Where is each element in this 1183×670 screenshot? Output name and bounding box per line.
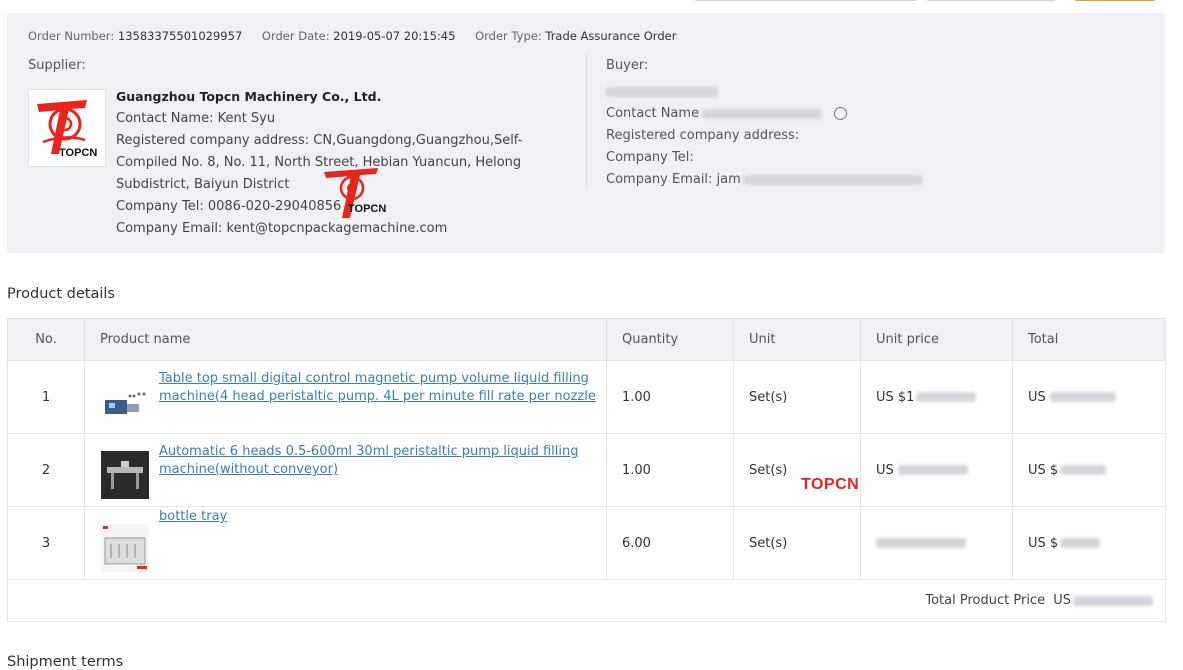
product-table: No. Product name Quantity Unit Unit pric…: [7, 318, 1166, 622]
order-meta: Order Number: 13583375501029957 Order Da…: [28, 29, 692, 43]
row-total: US $: [1012, 433, 1166, 507]
row-no: 1: [7, 360, 85, 434]
svg-text:TOPCN: TOPCN: [348, 203, 386, 215]
chat-icon[interactable]: [834, 107, 848, 120]
top-button-2[interactable]: [925, 0, 1057, 1]
row-total: US: [1012, 360, 1166, 434]
total-product-price: Total Product Price US: [7, 579, 1166, 622]
row-quantity: 1.00: [606, 360, 734, 434]
product-details-title: Product details: [7, 286, 115, 302]
row-no: 2: [7, 433, 85, 507]
supplier-heading: Supplier:: [28, 58, 86, 73]
row-unit-price: US: [860, 433, 1013, 507]
row-total: US $: [1012, 506, 1166, 580]
row-no: 3: [7, 506, 85, 580]
order-date-label: Order Date:: [261, 29, 330, 43]
col-header-total: Total: [1012, 318, 1166, 361]
order-info-panel: Order Number: 13583375501029957 Order Da…: [7, 13, 1165, 253]
svg-text:TOPCN: TOPCN: [59, 147, 97, 159]
row-product: Automatic 6 heads 0.5-600ml 30ml perista…: [84, 433, 607, 507]
order-number-label: Order Number:: [28, 29, 115, 43]
col-header-product-name: Product name: [84, 318, 607, 361]
row-unit: Set(s): [733, 433, 861, 507]
supplier-contact: Contact Name: Kent Syu: [116, 111, 276, 126]
product-link[interactable]: Table top small digital control magnetic…: [159, 370, 596, 406]
table-row: 2 Automatic 6 heads 0.5-600ml 30ml peris…: [7, 433, 1166, 507]
product-thumbnail[interactable]: [101, 378, 149, 426]
row-unit-price: [860, 506, 1013, 580]
order-date: 2019-05-07 20:15:45: [333, 29, 456, 43]
top-toolbar: [0, 0, 1183, 2]
table-row: 1 Table top small digital control magnet…: [7, 360, 1166, 434]
table-row: 3 bottle tray 6.00 Set(s) US $: [7, 506, 1166, 580]
order-number: 13583375501029957: [117, 29, 243, 43]
product-link[interactable]: bottle tray: [159, 508, 227, 526]
topcn-logo-icon: TOPCN: [37, 100, 97, 159]
order-type: Trade Assurance Order: [545, 29, 677, 43]
buyer-heading: Buyer:: [606, 58, 649, 73]
col-header-quantity: Quantity: [606, 318, 734, 361]
product-link[interactable]: Automatic 6 heads 0.5-600ml 30ml perista…: [159, 443, 596, 479]
row-quantity: 1.00: [606, 433, 734, 507]
buyer-tel: Company Tel:: [606, 150, 694, 165]
product-thumbnail[interactable]: [101, 524, 149, 572]
buyer-address: Registered company address:: [606, 128, 800, 143]
supplier-email: Company Email: kent@topcnpackagemachine.…: [116, 221, 448, 236]
total-label: Total Product Price: [925, 593, 1046, 608]
buyer-contact: Contact Name: [606, 103, 1126, 125]
row-unit-price: US $1: [860, 360, 1013, 434]
row-unit: Set(s): [733, 506, 861, 580]
col-header-unit-price: Unit price: [860, 318, 1013, 361]
topcn-watermark-text: TOPCN: [801, 476, 860, 493]
table-header-row: No. Product name Quantity Unit Unit pric…: [7, 318, 1166, 361]
topcn-watermark-icon: TOPCN: [324, 168, 386, 218]
row-product: Table top small digital control magnetic…: [84, 360, 607, 434]
buyer-email: Company Email: jam: [606, 169, 1126, 191]
supplier-logo: TOPCN: [28, 89, 106, 167]
total-row: Total Product Price US: [7, 579, 1166, 622]
buyer-info: Contact Name Registered company address:…: [606, 81, 1126, 191]
total-prefix: US: [1053, 593, 1071, 608]
panel-divider: [586, 53, 587, 188]
supplier-company-name: Guangzhou Topcn Machinery Co., Ltd.: [116, 89, 382, 104]
order-type-label: Order Type:: [475, 29, 542, 43]
row-quantity: 6.00: [606, 506, 734, 580]
shipment-terms-title: Shipment terms: [7, 654, 124, 670]
row-unit: Set(s): [733, 360, 861, 434]
col-header-no: No.: [7, 318, 85, 361]
buyer-company-name: [606, 81, 1126, 103]
top-button-1[interactable]: [693, 0, 918, 1]
top-button-primary[interactable]: [1073, 0, 1157, 1]
product-thumbnail[interactable]: [101, 451, 149, 499]
col-header-unit: Unit: [733, 318, 861, 361]
row-product: bottle tray: [84, 506, 607, 580]
